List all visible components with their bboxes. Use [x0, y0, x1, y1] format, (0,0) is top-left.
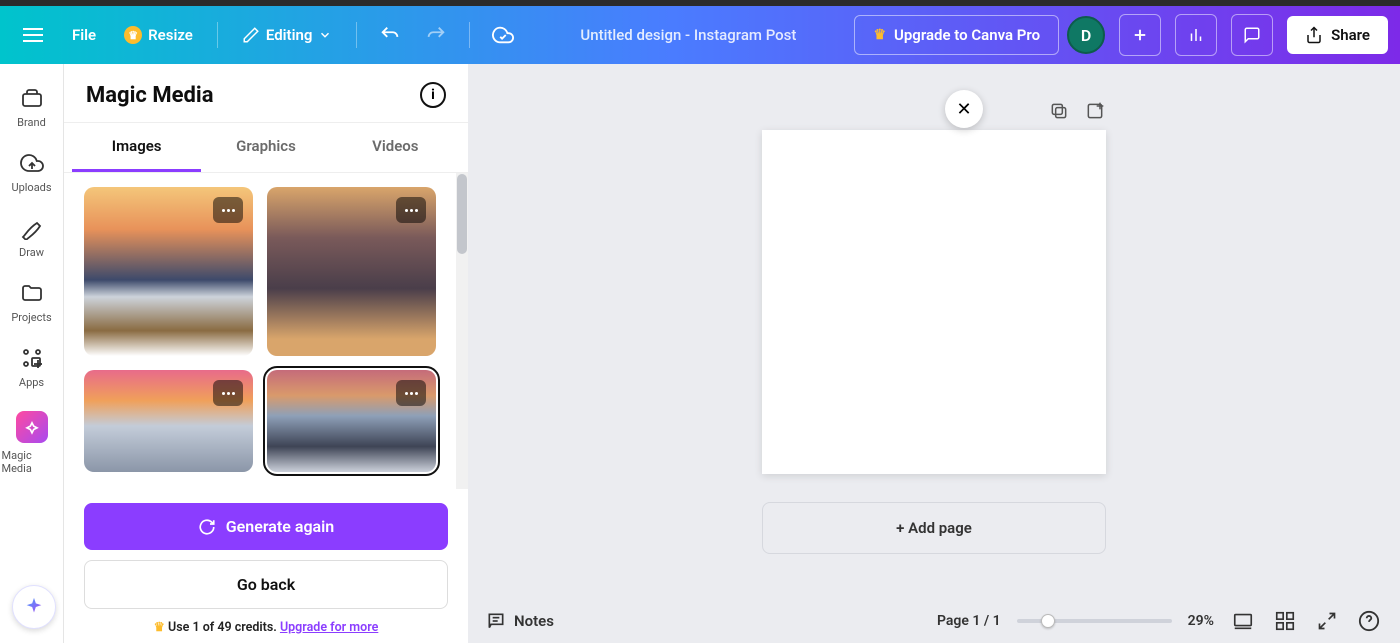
help-button[interactable] — [1356, 608, 1382, 634]
generated-image[interactable] — [267, 370, 436, 472]
rail-magic-media[interactable]: Magic Media — [2, 403, 62, 487]
add-page-button[interactable]: + Add page — [762, 502, 1106, 554]
results-grid — [64, 173, 456, 489]
crown-icon: ♛ — [873, 27, 886, 43]
app-header: File Resize Editing Untitled design - In… — [0, 6, 1400, 64]
page-view-button[interactable] — [1230, 608, 1256, 634]
zoom-slider[interactable] — [1017, 619, 1172, 623]
upload-icon — [1305, 26, 1323, 44]
chevron-down-icon — [318, 28, 332, 42]
panel-scrollbar[interactable] — [456, 173, 468, 489]
crown-icon — [124, 26, 142, 44]
tab-graphics[interactable]: Graphics — [201, 123, 330, 172]
canvas-area: ✕ + Add page Notes Page 1 / 1 29% — [468, 64, 1400, 643]
image-options-button[interactable] — [213, 197, 243, 223]
folder-icon — [20, 281, 44, 305]
image-options-button[interactable] — [396, 197, 426, 223]
panel-tabs: Images Graphics Videos — [64, 122, 468, 173]
pencil-icon — [242, 26, 260, 44]
image-options-button[interactable] — [396, 380, 426, 406]
analytics-button[interactable] — [1175, 14, 1217, 56]
rail-uploads[interactable]: Uploads — [2, 143, 62, 206]
page-actions — [762, 100, 1106, 122]
resize-menu[interactable]: Resize — [114, 18, 203, 52]
upgrade-button[interactable]: ♛Upgrade to Canva Pro — [854, 15, 1059, 55]
rail-draw[interactable]: Draw — [2, 208, 62, 271]
undo-button[interactable] — [371, 16, 409, 54]
generated-image[interactable] — [84, 370, 253, 472]
new-page-button[interactable] — [1084, 100, 1106, 122]
tab-images[interactable]: Images — [72, 123, 201, 172]
generated-image[interactable] — [267, 187, 436, 356]
menu-button[interactable] — [12, 14, 54, 56]
generate-again-button[interactable]: Generate again — [84, 503, 448, 550]
document-title[interactable]: Untitled design - Instagram Post — [530, 26, 846, 44]
duplicate-page-button[interactable] — [1048, 100, 1070, 122]
magic-media-panel: Magic Media i Images Graphics Videos Ge — [64, 64, 468, 643]
artboard[interactable] — [762, 130, 1106, 474]
redo-button[interactable] — [417, 16, 455, 54]
fullscreen-button[interactable] — [1314, 608, 1340, 634]
cloud-sync-icon[interactable] — [484, 16, 522, 54]
image-options-button[interactable] — [213, 380, 243, 406]
magic-icon — [22, 417, 42, 437]
sparkle-icon — [23, 596, 45, 618]
cloud-upload-icon — [20, 151, 44, 175]
notes-icon — [486, 611, 506, 631]
draw-icon — [20, 216, 44, 240]
rail-apps[interactable]: Apps — [2, 338, 62, 401]
tab-videos[interactable]: Videos — [331, 123, 460, 172]
bottom-bar: Notes Page 1 / 1 29% — [468, 599, 1400, 643]
close-panel-button[interactable]: ✕ — [945, 90, 983, 128]
divider — [217, 22, 218, 48]
apps-icon — [20, 346, 44, 370]
rail-brand[interactable]: Brand — [2, 78, 62, 141]
credits-text: ♛ Use 1 of 49 credits. Upgrade for more — [84, 619, 448, 635]
user-avatar[interactable]: D — [1067, 16, 1105, 54]
divider — [356, 22, 357, 48]
rail-projects[interactable]: Projects — [2, 273, 62, 336]
editing-mode-menu[interactable]: Editing — [232, 18, 343, 52]
brand-icon — [20, 86, 44, 110]
share-button[interactable]: Share — [1287, 16, 1388, 54]
notes-button[interactable]: Notes — [486, 611, 554, 631]
refresh-icon — [198, 518, 216, 536]
upgrade-link[interactable]: Upgrade for more — [280, 620, 378, 635]
page-indicator: Page 1 / 1 — [937, 613, 1001, 629]
add-member-button[interactable] — [1119, 14, 1161, 56]
divider — [469, 22, 470, 48]
grid-view-button[interactable] — [1272, 608, 1298, 634]
file-menu[interactable]: File — [62, 18, 106, 52]
info-button[interactable]: i — [420, 82, 446, 108]
generated-image[interactable] — [84, 187, 253, 356]
panel-title: Magic Media — [86, 83, 213, 108]
zoom-value[interactable]: 29% — [1188, 613, 1214, 629]
assistant-button[interactable] — [12, 585, 56, 629]
crown-icon: ♛ — [154, 620, 165, 635]
side-rail: Brand Uploads Draw Projects Apps Magic M… — [0, 64, 64, 643]
comments-button[interactable] — [1231, 14, 1273, 56]
go-back-button[interactable]: Go back — [84, 560, 448, 609]
